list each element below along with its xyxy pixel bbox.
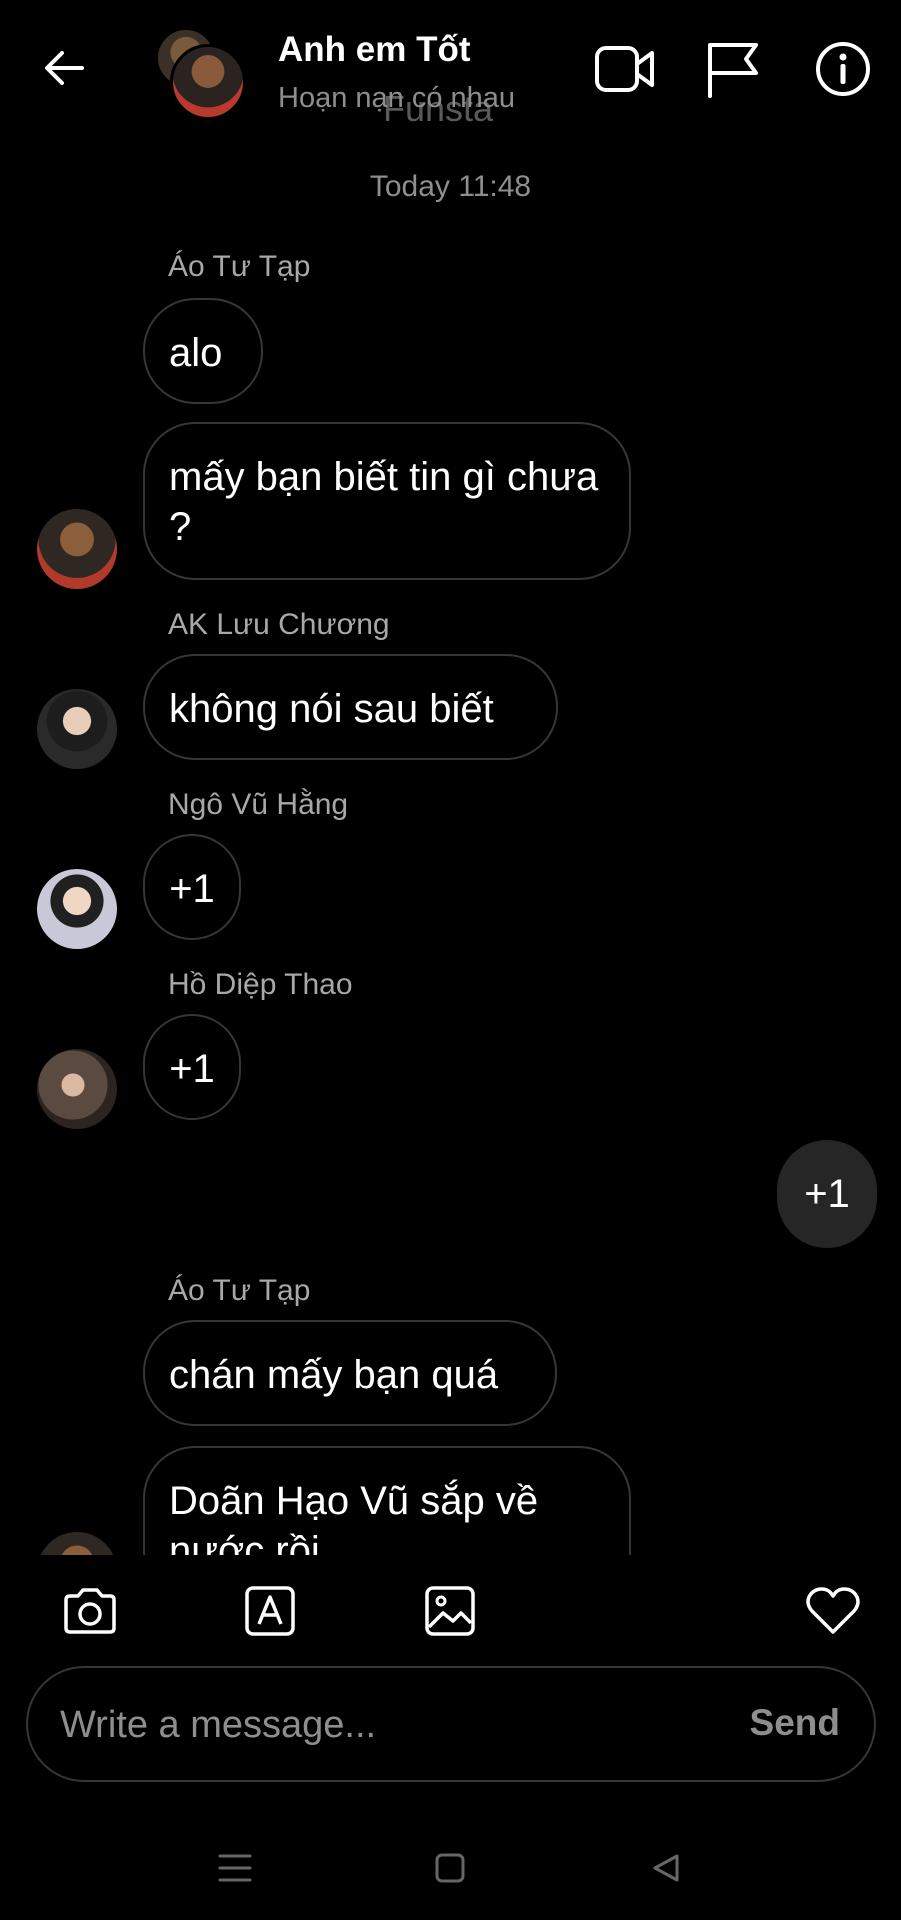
message-list[interactable]: Today 11:48 Áo Tư Tạp alo mấy bạn biết t…	[0, 120, 901, 1555]
timestamp: Today 11:48	[369, 170, 532, 203]
avatar[interactable]	[37, 689, 117, 769]
back-nav-button[interactable]	[636, 1838, 696, 1898]
sender-name: Áo Tư Tạp	[168, 250, 311, 283]
info-icon	[816, 42, 870, 96]
message-bubble[interactable]: +1	[143, 834, 241, 940]
triangle-back-icon	[653, 1854, 679, 1882]
sender-name: AK Lưu Chương	[168, 608, 390, 641]
recent-apps-button[interactable]	[205, 1838, 265, 1898]
my-message-bubble[interactable]: +1	[777, 1140, 877, 1248]
info-button[interactable]	[812, 38, 874, 100]
video-camera-icon	[595, 46, 654, 92]
group-avatar[interactable]	[156, 28, 246, 120]
group-avatar-front	[170, 44, 246, 120]
sticker-button[interactable]	[239, 1580, 301, 1642]
message-bubble[interactable]: mấy bạn biết tin gì chưa ?	[143, 422, 631, 580]
video-call-button[interactable]	[594, 38, 656, 100]
home-button[interactable]	[420, 1838, 480, 1898]
avatar[interactable]	[37, 1049, 117, 1129]
message-bubble[interactable]: không nói sau biết	[143, 654, 558, 760]
avatar[interactable]	[37, 1532, 117, 1555]
message-composer: Send	[26, 1666, 876, 1782]
chat-title[interactable]: Anh em Tốt	[278, 30, 470, 70]
gallery-button[interactable]	[419, 1580, 481, 1642]
back-button[interactable]	[36, 40, 92, 96]
flag-icon	[708, 43, 758, 98]
heart-icon	[806, 1587, 860, 1634]
avatar[interactable]	[37, 869, 117, 949]
menu-icon	[218, 1854, 252, 1882]
sender-name: Hồ Diệp Thao	[168, 968, 353, 1001]
message-bubble[interactable]: Doãn Hạo Vũ sắp về nước rồi	[143, 1446, 631, 1555]
like-button[interactable]	[802, 1580, 864, 1642]
arrow-left-icon	[45, 51, 84, 85]
send-button[interactable]: Send	[750, 1702, 840, 1744]
camera-button[interactable]	[59, 1580, 121, 1642]
square-icon	[435, 1853, 465, 1883]
sticker-icon	[245, 1586, 295, 1636]
image-icon	[425, 1586, 475, 1636]
sender-name: Ngô Vũ Hằng	[168, 788, 349, 821]
message-input[interactable]	[58, 1668, 722, 1782]
avatar[interactable]	[37, 509, 117, 589]
message-bubble[interactable]: +1	[143, 1014, 241, 1120]
report-button[interactable]	[702, 38, 764, 100]
chat-subtitle: Hoạn nạn có nhau	[278, 82, 516, 114]
camera-icon	[64, 1588, 116, 1634]
message-bubble[interactable]: chán mấy bạn quá	[143, 1320, 557, 1426]
message-bubble[interactable]: alo	[143, 298, 263, 404]
sender-name: Áo Tư Tạp	[168, 1274, 311, 1307]
